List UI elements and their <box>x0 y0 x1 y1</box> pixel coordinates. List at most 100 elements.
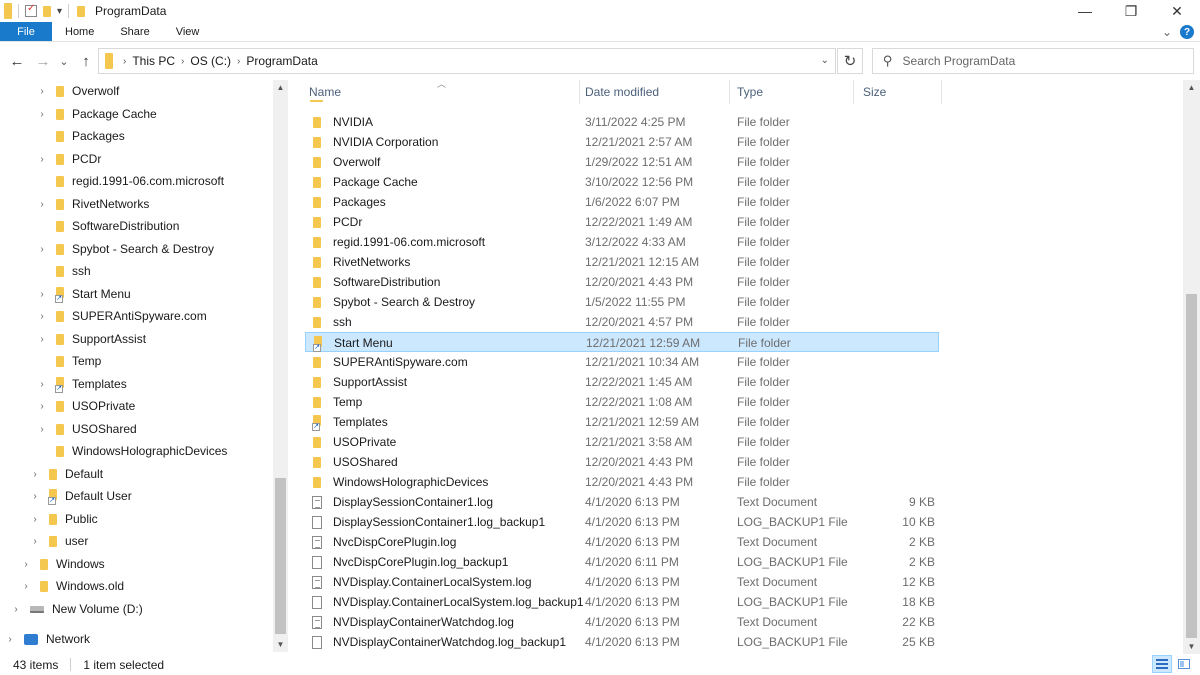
nav-item[interactable]: Packages <box>36 126 125 146</box>
nav-item[interactable]: WindowsHolographicDevices <box>36 441 227 461</box>
table-row[interactable]: Overwolf 1/29/2022 12:51 AM File folder <box>305 152 939 172</box>
chevron-right-icon[interactable]: › <box>36 244 48 255</box>
nav-item[interactable]: › Spybot - Search & Destroy <box>36 239 214 259</box>
breadcrumb-separator[interactable]: › <box>237 56 240 67</box>
help-icon[interactable]: ? <box>1180 25 1194 39</box>
table-row[interactable]: DisplaySessionContainer1.log_backup1 4/1/… <box>305 512 939 532</box>
chevron-right-icon[interactable]: › <box>36 199 48 210</box>
chevron-right-icon[interactable]: › <box>29 514 41 525</box>
table-row[interactable]: ssh 12/20/2021 4:57 PM File folder <box>305 312 939 332</box>
chevron-right-icon[interactable]: › <box>20 559 32 570</box>
maximize-button[interactable]: ❐ <box>1108 0 1154 22</box>
chevron-right-icon[interactable]: › <box>4 634 16 645</box>
search-input[interactable] <box>902 54 1183 68</box>
nav-item[interactable]: › Overwolf <box>36 81 119 101</box>
scroll-down-icon[interactable]: ▼ <box>1183 639 1200 654</box>
nav-item[interactable]: › SupportAssist <box>36 329 146 349</box>
table-row[interactable]: DisplaySessionContainer1.log 4/1/2020 6:1… <box>305 492 939 512</box>
nav-item[interactable]: › Package Cache <box>36 104 156 124</box>
search-box[interactable]: ⚲ <box>872 48 1194 74</box>
large-icons-view-button[interactable] <box>1174 655 1194 673</box>
nav-item[interactable]: › user <box>29 531 88 551</box>
breadcrumb-separator[interactable]: › <box>181 56 184 67</box>
properties-icon[interactable]: ✓ <box>25 3 37 17</box>
chevron-right-icon[interactable]: › <box>36 86 48 97</box>
scroll-down-icon[interactable]: ▼ <box>273 637 288 652</box>
tab-file[interactable]: File <box>0 22 52 41</box>
breadcrumb-separator[interactable]: › <box>123 56 126 67</box>
nav-item[interactable]: › ↗ Start Menu <box>36 284 131 304</box>
chevron-right-icon[interactable]: › <box>36 311 48 322</box>
chevron-right-icon[interactable]: › <box>36 334 48 345</box>
back-button[interactable]: ← <box>7 50 27 72</box>
minimize-button[interactable]: — <box>1062 0 1108 22</box>
tab-share[interactable]: Share <box>107 22 162 41</box>
nav-item[interactable]: › ↗ Templates <box>36 374 127 394</box>
chevron-right-icon[interactable]: › <box>20 581 32 592</box>
nav-item[interactable]: › Public <box>29 509 97 529</box>
breadcrumb-programdata[interactable]: ProgramData <box>246 54 317 68</box>
table-row[interactable]: ↗ Templates 12/21/2021 12:59 AM File folder <box>305 412 939 432</box>
nav-scrollbar[interactable]: ▲ ▼ <box>273 80 288 652</box>
chevron-right-icon[interactable]: › <box>29 536 41 547</box>
table-row[interactable]: NVDisplay.ContainerLocalSystem.log 4/1/20… <box>305 572 939 592</box>
address-dropdown-icon[interactable]: ⌄ <box>821 55 829 66</box>
table-row[interactable]: Packages 1/6/2022 6:07 PM File folder <box>305 192 939 212</box>
nav-item[interactable]: › Network <box>4 629 90 649</box>
nav-scrollbar-thumb[interactable] <box>275 478 286 634</box>
new-folder-icon[interactable] <box>43 5 51 17</box>
expand-ribbon-icon[interactable]: ⌄ <box>1162 25 1172 39</box>
tab-home[interactable]: Home <box>52 22 107 41</box>
table-row[interactable]: PCDr 12/22/2021 1:49 AM File folder <box>305 212 939 232</box>
nav-item[interactable]: › ↗ Default User <box>29 486 132 506</box>
chevron-right-icon[interactable]: › <box>36 401 48 412</box>
nav-item[interactable]: › USOShared <box>36 419 136 439</box>
nav-item[interactable]: › New Volume (D:) <box>10 599 142 619</box>
chevron-right-icon[interactable]: › <box>36 109 48 120</box>
address-bar[interactable]: › This PC › OS (C:) › ProgramData ⌄ <box>98 48 836 74</box>
table-row[interactable]: NVDisplay.ContainerLocalSystem.log_backu… <box>305 592 939 612</box>
tab-view[interactable]: View <box>163 22 213 41</box>
nav-item[interactable]: › RivetNetworks <box>36 194 149 214</box>
chevron-right-icon[interactable]: › <box>10 604 22 615</box>
breadcrumb-this-pc[interactable]: This PC <box>132 54 175 68</box>
nav-item[interactable]: regid.1991-06.com.microsoft <box>36 171 224 191</box>
scroll-up-icon[interactable]: ▲ <box>273 80 288 95</box>
table-row[interactable]: NVIDIA 3/11/2022 4:25 PM File folder <box>305 112 939 132</box>
table-row[interactable]: WindowsHolographicDevices 12/20/2021 4:43… <box>305 472 939 492</box>
table-row[interactable]: SUPERAntiSpyware.com 12/21/2021 10:34 AM F… <box>305 352 939 372</box>
table-row[interactable]: SupportAssist 12/22/2021 1:45 AM File fold… <box>305 372 939 392</box>
nav-item[interactable]: ssh <box>36 261 91 281</box>
table-row[interactable]: NVDisplayContainerWatchdog.log 4/1/2020 6… <box>305 612 939 632</box>
table-row[interactable]: ↗ Start Menu 12/21/2021 12:59 AM File folde… <box>305 332 939 352</box>
table-row[interactable]: Temp 12/22/2021 1:08 AM File folder <box>305 392 939 412</box>
table-row[interactable]: NvcDispCorePlugin.log_backup1 4/1/2020 6:… <box>305 552 939 572</box>
refresh-button[interactable]: ↻ <box>837 48 863 74</box>
chevron-right-icon[interactable]: › <box>36 154 48 165</box>
nav-item[interactable]: Temp <box>36 351 101 371</box>
breadcrumb-os-c[interactable]: OS (C:) <box>190 54 231 68</box>
table-row[interactable]: Package Cache 3/10/2022 12:56 PM File fold… <box>305 172 939 192</box>
table-row[interactable]: Spybot - Search & Destroy 1/5/2022 11:55 … <box>305 292 939 312</box>
nav-item[interactable]: › Default <box>29 464 103 484</box>
table-row[interactable]: NvcDispCorePlugin.log 4/1/2020 6:13 PM Tex… <box>305 532 939 552</box>
chevron-right-icon[interactable]: › <box>36 379 48 390</box>
table-row[interactable]: regid.1991-06.com.microsoft 3/12/2022 4:3… <box>305 232 939 252</box>
main-scrollbar-thumb[interactable] <box>1186 294 1197 638</box>
main-scrollbar[interactable]: ▲ ▼ <box>1183 80 1200 654</box>
details-view-button[interactable] <box>1152 655 1172 673</box>
nav-item[interactable]: › Windows.old <box>20 576 124 596</box>
table-row[interactable]: NVIDIA Corporation 12/21/2021 2:57 AM File… <box>305 132 939 152</box>
close-button[interactable]: ✕ <box>1154 0 1200 22</box>
chevron-right-icon[interactable]: › <box>29 491 41 502</box>
nav-item[interactable]: › USOPrivate <box>36 396 135 416</box>
table-row[interactable]: NVDisplayContainerWatchdog.log_backup1 4/… <box>305 632 939 652</box>
qa-dropdown-icon[interactable]: ▾ <box>57 6 62 17</box>
nav-item[interactable]: › SUPERAntiSpyware.com <box>36 306 206 326</box>
nav-item[interactable]: › Windows <box>20 554 104 574</box>
table-row[interactable]: USOPrivate 12/21/2021 3:58 AM File folder <box>305 432 939 452</box>
forward-button[interactable]: → <box>33 50 53 72</box>
nav-item[interactable]: › PCDr <box>36 149 101 169</box>
table-row[interactable]: USOShared 12/20/2021 4:43 PM File folder <box>305 452 939 472</box>
scroll-up-icon[interactable]: ▲ <box>1183 80 1200 95</box>
